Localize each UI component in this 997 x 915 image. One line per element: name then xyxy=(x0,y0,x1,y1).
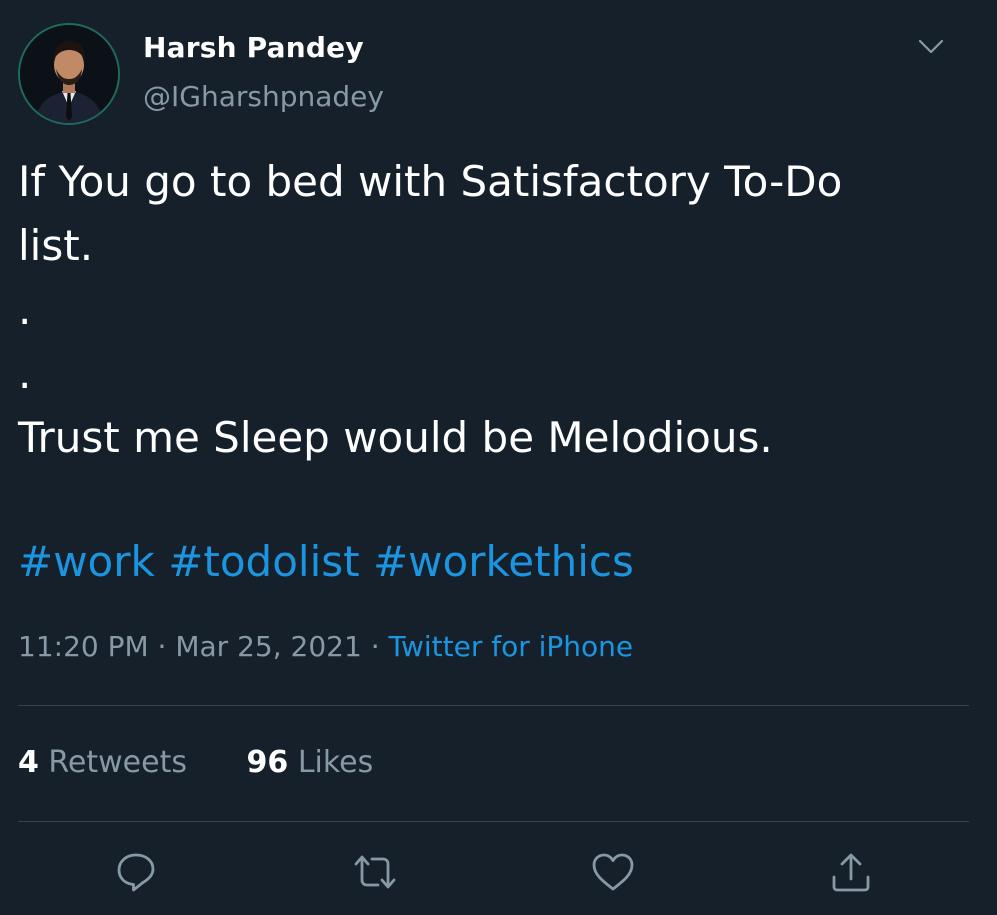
tweet-text-line: Trust me Sleep would be Melodious. xyxy=(18,413,773,462)
tweet-actions xyxy=(0,846,997,902)
meta-separator: · xyxy=(157,630,167,663)
hashtag-todolist[interactable]: #todolist xyxy=(168,537,359,586)
hashtag-work[interactable]: #work xyxy=(18,537,155,586)
reply-button[interactable] xyxy=(110,846,162,898)
tweet-text-line: list. xyxy=(18,221,94,270)
meta-separator: · xyxy=(370,630,380,663)
heart-icon xyxy=(592,853,634,891)
tweet-date[interactable]: Mar 25, 2021 xyxy=(175,630,361,663)
tweet-text-line: . xyxy=(18,349,32,398)
hashtag-workethics[interactable]: #workethics xyxy=(373,537,634,586)
tweet-stats: 4 Retweets 96 Likes xyxy=(18,745,423,780)
user-handle[interactable]: @IGharshpnadey xyxy=(143,80,384,113)
avatar[interactable] xyxy=(18,23,120,125)
more-options-button[interactable] xyxy=(912,32,950,62)
tweet-text: If You go to bed with Satisfactory To-Do… xyxy=(18,150,968,470)
tweet-source-link[interactable]: Twitter for iPhone xyxy=(389,630,634,663)
display-name[interactable]: Harsh Pandey xyxy=(143,31,364,64)
reply-icon xyxy=(117,853,155,892)
likes-count: 96 xyxy=(246,745,289,780)
tweet-card: Harsh Pandey @IGharshpnadey If You go to… xyxy=(0,0,997,915)
retweets-count: 4 xyxy=(18,745,39,780)
divider xyxy=(18,705,969,706)
tweet-text-line: . xyxy=(18,285,32,334)
tweet-time[interactable]: 11:20 PM xyxy=(18,630,149,663)
likes-label: Likes xyxy=(297,745,374,780)
chevron-down-icon xyxy=(918,39,944,54)
retweets-stat[interactable]: 4 Retweets xyxy=(18,745,187,780)
retweets-label: Retweets xyxy=(48,745,187,780)
likes-stat[interactable]: 96 Likes xyxy=(247,745,374,780)
hashtag-list: #work #todolist #workethics xyxy=(18,534,634,590)
share-icon xyxy=(832,853,870,892)
tweet-metadata: 11:20 PM · Mar 25, 2021 · Twitter for iP… xyxy=(18,630,633,663)
retweet-button[interactable] xyxy=(349,846,401,898)
tweet-text-line: If You go to bed with Satisfactory To-Do xyxy=(18,157,843,206)
divider xyxy=(18,821,969,822)
profile-photo-icon xyxy=(20,25,118,123)
share-button[interactable] xyxy=(825,846,877,898)
like-button[interactable] xyxy=(587,846,639,898)
retweet-icon xyxy=(354,855,396,889)
